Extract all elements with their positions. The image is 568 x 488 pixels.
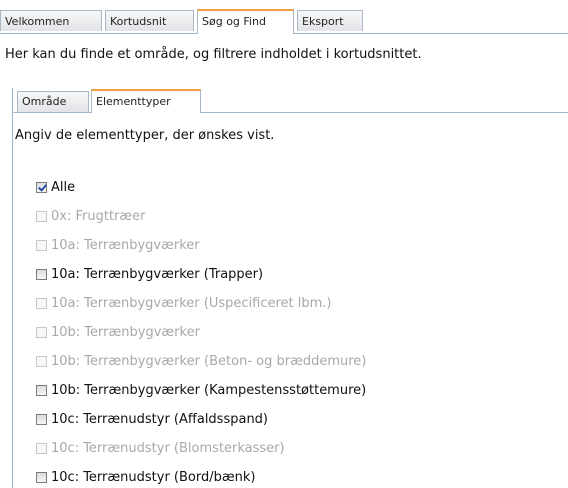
element-type-label: 10b: Terrænbygværker (Beton- og bræddemu… (51, 354, 367, 369)
tab-eksport[interactable]: Eksport (297, 10, 363, 31)
element-type-item[interactable]: Alle (36, 173, 366, 202)
checkbox[interactable] (36, 472, 47, 483)
element-type-item: 10b: Terrænbygværker (Beton- og bræddemu… (36, 347, 366, 376)
element-type-label: 0x: Frugttræer (51, 209, 146, 224)
checkbox (36, 298, 47, 309)
tab-omrade[interactable]: Område (17, 91, 89, 112)
checkbox (36, 443, 47, 454)
element-type-label: 10c: Terrænudstyr (Bord/bænk) (51, 470, 256, 485)
tab-elementtyper[interactable]: Elementtyper (91, 89, 201, 113)
element-type-label: 10a: Terrænbygværker (Uspecificeret lbm.… (51, 296, 332, 311)
checkbox[interactable] (36, 269, 47, 280)
element-type-list: Alle 0x: Frugttræer 10a: Terrænbygværker 10… (36, 173, 366, 488)
tab-kortudsnit[interactable]: Kortudsnit (105, 10, 194, 31)
element-type-label: 10a: Terrænbygværker (Trapper) (51, 267, 264, 282)
tab-sog-og-find[interactable]: Søg og Find (197, 9, 294, 34)
checkbox (36, 327, 47, 338)
checkbox (36, 240, 47, 251)
page: Velkommen Kortudsnit Søg og Find Eksport… (0, 0, 568, 488)
element-type-item: 10a: Terrænbygværker (Uspecificeret lbm.… (36, 289, 366, 318)
element-type-label: 10a: Terrænbygværker (51, 238, 200, 253)
element-type-item: 10c: Terrænudstyr (Blomsterkasser) (36, 434, 366, 463)
element-type-label: 10c: Terrænudstyr (Blomsterkasser) (51, 441, 285, 456)
element-type-item: 0x: Frugttræer (36, 202, 366, 231)
checkbox[interactable] (36, 414, 47, 425)
checkbox (36, 211, 47, 222)
element-type-label: 10c: Terrænudstyr (Affaldsspand) (51, 412, 269, 427)
main-tab-strip: Velkommen Kortudsnit Søg og Find Eksport (0, 9, 568, 34)
checkbox[interactable] (36, 385, 47, 396)
element-type-item[interactable]: 10c: Terrænudstyr (Affaldsspand) (36, 405, 366, 434)
element-type-item[interactable]: 10c: Terrænudstyr (Bord/bænk) (36, 463, 366, 488)
element-type-label: Alle (51, 180, 76, 195)
element-type-item: 10a: Terrænbygværker (36, 231, 366, 260)
element-type-item[interactable]: 10b: Terrænbygværker (Kampestensstøttemu… (36, 376, 366, 405)
intro-text: Her kan du finde et område, og filtrere … (5, 47, 422, 62)
tab-velkommen[interactable]: Velkommen (0, 10, 102, 31)
checkbox (36, 356, 47, 367)
element-type-item: 10b: Terrænbygværker (36, 318, 366, 347)
checkbox-checked[interactable] (36, 182, 47, 193)
sub-tab-strip: Område Elementtyper (13, 88, 568, 113)
prompt-text: Angiv de elementtyper, der ønskes vist. (15, 128, 275, 143)
element-type-label: 10b: Terrænbygværker (51, 325, 200, 340)
element-type-item[interactable]: 10a: Terrænbygværker (Trapper) (36, 260, 366, 289)
element-type-label: 10b: Terrænbygværker (Kampestensstøttemu… (51, 383, 367, 398)
